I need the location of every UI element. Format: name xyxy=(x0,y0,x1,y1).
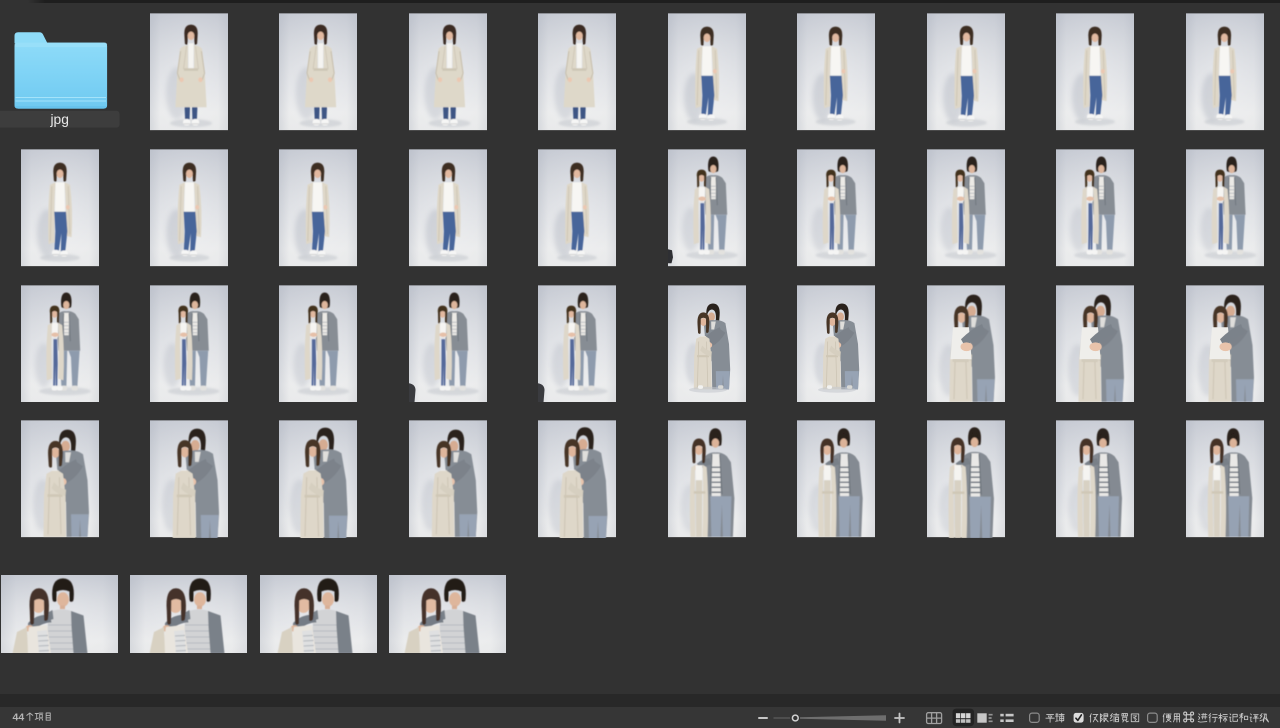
svg-text:jpg: jpg xyxy=(49,112,68,127)
svg-text:44: 44 xyxy=(13,712,25,724)
